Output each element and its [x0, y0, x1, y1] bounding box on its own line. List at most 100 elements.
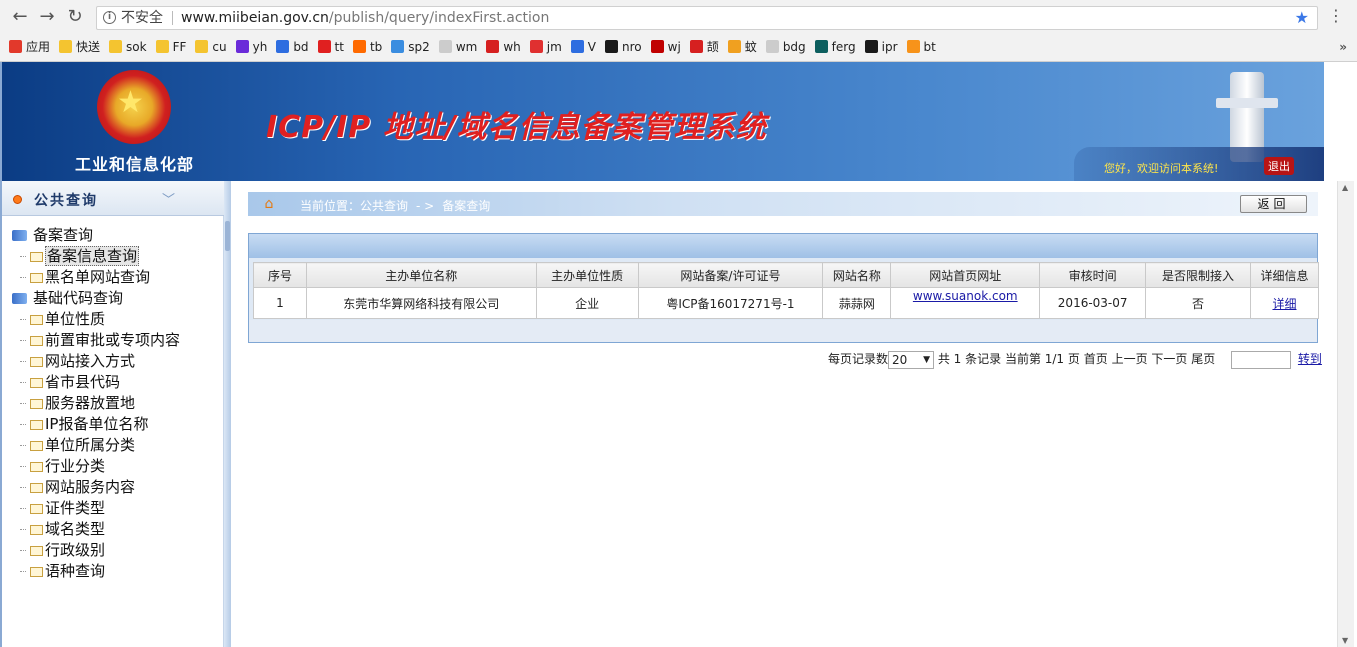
- sidebar-item-label: 网站服务内容: [45, 478, 136, 496]
- scroll-down-icon[interactable]: ▼: [1342, 636, 1348, 645]
- bookmark-favicon-icon: [9, 40, 22, 53]
- browser-menu-icon[interactable]: ⋮: [1328, 6, 1344, 25]
- sidebar-splitter[interactable]: [224, 181, 231, 647]
- bookmark-item[interactable]: jm: [529, 37, 562, 57]
- sidebar-item[interactable]: 单位性质: [20, 309, 105, 329]
- bookmark-item[interactable]: V: [570, 37, 596, 57]
- page-icon: [30, 399, 43, 409]
- bookmark-favicon-icon: [391, 40, 405, 53]
- sidebar-item[interactable]: 行业分类: [20, 456, 105, 476]
- sidebar-item[interactable]: 行政级别: [20, 540, 105, 560]
- sidebar-group[interactable]: 备案查询: [12, 225, 93, 245]
- bookmark-item[interactable]: FF: [155, 37, 186, 57]
- bookmark-item[interactable]: ferg: [814, 37, 856, 57]
- bookmark-item[interactable]: bdg: [765, 37, 806, 57]
- bookmark-favicon-icon: [235, 40, 249, 53]
- next-page-link[interactable]: 下一页: [1151, 352, 1187, 366]
- bookmark-label: wh: [503, 40, 521, 54]
- bookmark-item[interactable]: nro: [605, 37, 642, 57]
- bookmark-item[interactable]: bd: [276, 37, 309, 57]
- home-icon[interactable]: ⌂: [260, 195, 278, 213]
- chevron-down-icon[interactable]: ﹀: [162, 189, 175, 208]
- bookmark-item[interactable]: 应用: [9, 37, 50, 57]
- forward-arrow-icon[interactable]: →: [35, 6, 59, 30]
- pagination: 每页记录数20 共 1 条记录 当前第 1/1 页 首页 上一页 下一页 尾页 …: [828, 349, 1322, 369]
- sidebar-header[interactable]: 公共查询 ﹀: [2, 181, 224, 216]
- reload-icon[interactable]: ↻: [63, 6, 87, 30]
- breadcrumb-separator: - >: [416, 199, 435, 213]
- bookmark-label: wm: [455, 40, 478, 54]
- sidebar-item[interactable]: 网站服务内容: [20, 477, 135, 497]
- bookmark-item[interactable]: 快送: [59, 37, 100, 57]
- breadcrumb-text: 当前位置：公共查询 - > 备案查询: [300, 197, 490, 214]
- cell-url: www.suanok.com: [890, 287, 1041, 319]
- bookmark-item[interactable]: tt: [317, 37, 344, 57]
- bookmark-item[interactable]: 蚊: [727, 37, 757, 57]
- bookmark-item[interactable]: bt: [906, 37, 936, 57]
- bookmark-item[interactable]: wj: [650, 37, 681, 57]
- security-label: 不安全: [121, 10, 163, 26]
- bookmark-item[interactable]: sok: [109, 37, 147, 57]
- sidebar-item[interactable]: 证件类型: [20, 498, 105, 518]
- site-url-link[interactable]: www.suanok.com: [913, 289, 1018, 303]
- tree-connector: [20, 403, 26, 404]
- cell-index: 1: [253, 287, 307, 319]
- bookmark-item[interactable]: tb: [352, 37, 382, 57]
- column-header: 是否限制接入: [1145, 262, 1251, 288]
- address-bar[interactable]: i 不安全 www.miibeian.gov.cn/publish/query/…: [96, 6, 1318, 30]
- back-arrow-icon[interactable]: ←: [8, 6, 32, 30]
- bookmark-item[interactable]: cu: [195, 37, 227, 57]
- bookmark-item[interactable]: sp2: [391, 37, 430, 57]
- sidebar-group[interactable]: 基础代码查询: [12, 288, 123, 308]
- first-page-link[interactable]: 首页: [1084, 352, 1108, 366]
- goto-page-input[interactable]: [1231, 350, 1292, 369]
- bookmark-item[interactable]: wm: [438, 37, 478, 57]
- per-page-select[interactable]: 20: [888, 350, 935, 369]
- goto-link[interactable]: 转到: [1298, 352, 1322, 366]
- sidebar-item[interactable]: 服务器放置地: [20, 393, 135, 413]
- sidebar-item[interactable]: 省市县代码: [20, 372, 120, 392]
- breadcrumb-current: 备案查询: [442, 199, 491, 213]
- bookmark-favicon-icon: [650, 40, 664, 53]
- sidebar-item[interactable]: 语种查询: [20, 561, 105, 581]
- bookmarks-more[interactable]: »: [1339, 37, 1347, 57]
- last-page-link[interactable]: 尾页: [1191, 352, 1215, 366]
- sidebar-item[interactable]: 域名类型: [20, 519, 105, 539]
- bookmark-star-icon[interactable]: ★: [1295, 7, 1309, 29]
- splitter-handle[interactable]: [225, 221, 230, 251]
- sidebar-item-label: 证件类型: [45, 499, 106, 517]
- sidebar-item[interactable]: 前置审批或专项内容: [20, 330, 180, 350]
- cell-license: 粤ICP备16017271号-1: [637, 287, 824, 319]
- prev-page-link[interactable]: 上一页: [1112, 352, 1148, 366]
- sidebar-item[interactable]: 备案信息查询: [20, 246, 140, 266]
- logout-button[interactable]: 退出: [1264, 157, 1294, 175]
- bookmark-label: yh: [252, 40, 268, 54]
- sidebar-item-label: 前置审批或专项内容: [45, 331, 181, 349]
- cell-org: 东莞市华算网络科技有限公司: [305, 287, 537, 319]
- sidebar-item[interactable]: IP报备单位名称: [20, 414, 148, 434]
- page-icon: [30, 546, 43, 556]
- bookmark-label: nro: [622, 40, 642, 54]
- breadcrumb-prefix: 当前位置：公共查询: [300, 199, 409, 213]
- bookmark-favicon-icon: [109, 40, 123, 53]
- bookmark-favicon-icon: [727, 40, 741, 53]
- scroll-up-icon[interactable]: ▲: [1342, 183, 1348, 192]
- back-button[interactable]: 返回: [1240, 195, 1307, 213]
- bookmark-item[interactable]: ipr: [864, 37, 898, 57]
- bookmark-item[interactable]: 颉: [689, 37, 719, 57]
- bookmark-favicon-icon: [59, 40, 73, 53]
- page-scrollbar[interactable]: ▲ ▼: [1337, 181, 1354, 647]
- sidebar-item[interactable]: 黑名单网站查询: [20, 267, 150, 287]
- folder-icon: [12, 293, 27, 304]
- sidebar-item[interactable]: 单位所属分类: [20, 435, 135, 455]
- sidebar-item[interactable]: 网站接入方式: [20, 351, 135, 371]
- bookmark-item[interactable]: wh: [486, 37, 521, 57]
- bookmark-item[interactable]: yh: [235, 37, 268, 57]
- results-panel-footer: [249, 320, 1317, 342]
- detail-link[interactable]: 详细: [1272, 297, 1296, 311]
- address-separator: [172, 11, 173, 25]
- table-header-row: 序号 主办单位名称 主办单位性质 网站备案/许可证号 网站名称 网站首页网址 审核时间 是否限…: [253, 262, 1319, 288]
- cell-site-name: 蒜蒜网: [822, 287, 892, 319]
- page-icon: [30, 420, 43, 430]
- info-icon[interactable]: i: [103, 11, 116, 24]
